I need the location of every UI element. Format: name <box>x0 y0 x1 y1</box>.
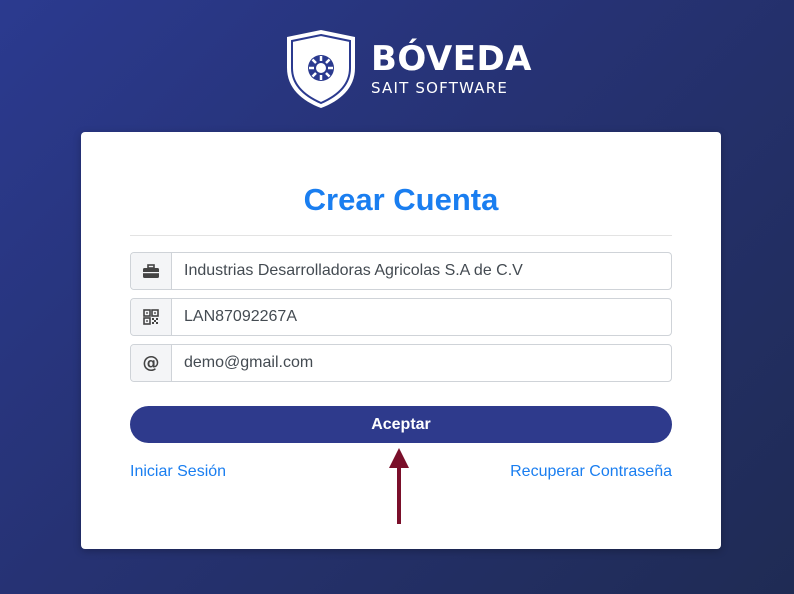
annotation-arrow-icon <box>389 448 409 524</box>
rfc-input[interactable]: LAN87092267A <box>172 299 671 335</box>
boveda-logo: BÓVEDA SAIT SOFTWARE <box>285 28 531 110</box>
login-link[interactable]: Iniciar Sesión <box>130 463 226 481</box>
rfc-field[interactable]: LAN87092267A <box>130 298 672 336</box>
accept-button[interactable]: Aceptar <box>130 406 672 443</box>
recover-password-link[interactable]: Recuperar Contraseña <box>510 463 672 481</box>
email-addon: @ <box>131 345 172 381</box>
brand-subtitle: SAIT SOFTWARE <box>371 79 509 97</box>
brand-name: BÓVEDA <box>371 39 532 79</box>
company-name-field[interactable]: Industrias Desarrolladoras Agricolas S.A… <box>130 252 672 290</box>
shield-logo-icon <box>287 30 355 108</box>
title-divider <box>130 235 672 236</box>
briefcase-icon <box>143 263 159 278</box>
qr-code-icon <box>143 309 159 325</box>
company-addon <box>131 253 172 289</box>
at-sign-icon: @ <box>142 353 160 373</box>
rfc-addon <box>131 299 172 335</box>
email-field[interactable]: @ demo@gmail.com <box>130 344 672 382</box>
email-input[interactable]: demo@gmail.com <box>172 345 671 381</box>
company-name-input[interactable]: Industrias Desarrolladoras Agricolas S.A… <box>172 253 671 289</box>
page-title: Crear Cuenta <box>303 182 499 217</box>
